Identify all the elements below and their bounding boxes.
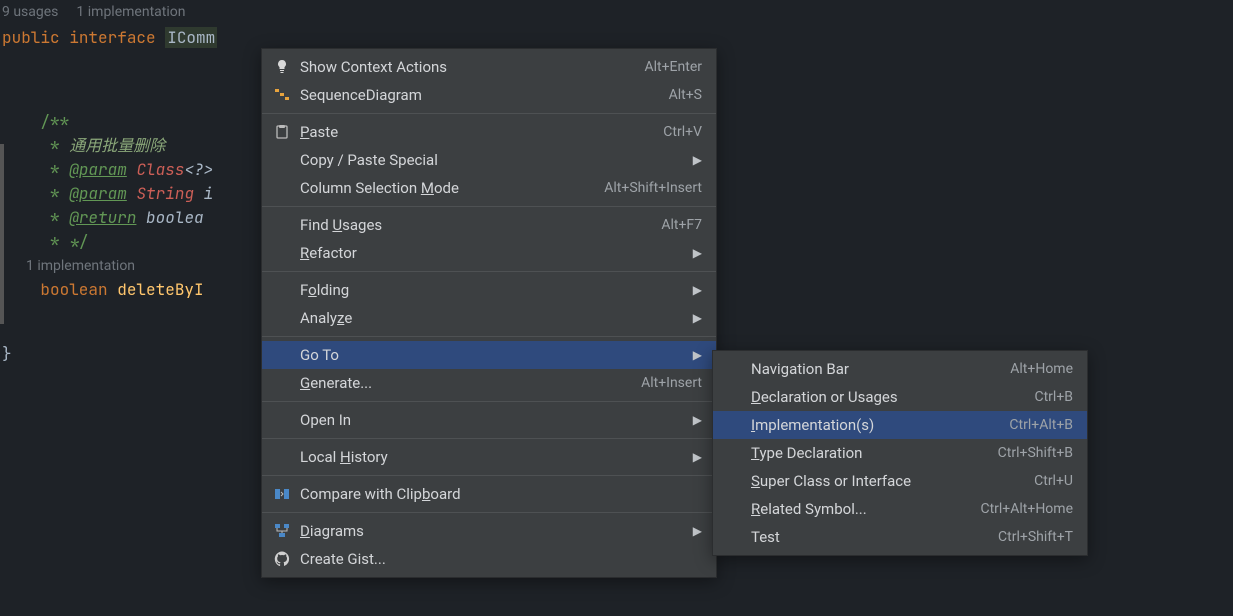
menu-separator xyxy=(262,475,716,476)
menu-item-label: Folding xyxy=(294,281,688,299)
menu-item-create-gist[interactable]: Create Gist... xyxy=(262,545,716,573)
context-menu: Show Context ActionsAlt+EnterSequenceDia… xyxy=(261,48,717,578)
bulb-icon xyxy=(270,59,294,75)
usages-hint[interactable]: 9 usages xyxy=(2,4,58,20)
diff-icon xyxy=(270,486,294,502)
menu-item-label: Open In xyxy=(294,411,688,429)
submenu-arrow-icon: ▶ xyxy=(688,413,702,427)
menu-item-shortcut: Alt+F7 xyxy=(661,217,702,233)
editor-inlay-hints: 9 usages 1 implementation xyxy=(0,4,1233,26)
menu-separator xyxy=(262,512,716,513)
menu-item-show-context-actions[interactable]: Show Context ActionsAlt+Enter xyxy=(262,53,716,81)
menu-item-analyze[interactable]: Analyze▶ xyxy=(262,304,716,332)
github-icon xyxy=(270,551,294,567)
implementation-hint[interactable]: 1 implementation xyxy=(76,4,185,20)
menu-item-label: SequenceDiagram xyxy=(294,86,669,104)
menu-item-label: Diagrams xyxy=(294,522,688,540)
menu-item-label: Compare with Clipboard xyxy=(294,485,702,503)
menu-item-column-selection-mode[interactable]: Column Selection ModeAlt+Shift+Insert xyxy=(262,174,716,202)
menu-item-shortcut: Alt+Enter xyxy=(645,59,703,75)
menu-item-open-in[interactable]: Open In▶ xyxy=(262,406,716,434)
menu-item-label: Find Usages xyxy=(294,216,661,234)
menu-item-folding[interactable]: Folding▶ xyxy=(262,276,716,304)
submenu-arrow-icon: ▶ xyxy=(688,450,702,464)
submenu-item-shortcut: Ctrl+U xyxy=(1034,473,1073,489)
menu-item-find-usages[interactable]: Find UsagesAlt+F7 xyxy=(262,211,716,239)
menu-item-label: Column Selection Mode xyxy=(294,179,604,197)
menu-item-copy-paste-special[interactable]: Copy / Paste Special▶ xyxy=(262,146,716,174)
menu-item-go-to[interactable]: Go To▶ xyxy=(262,341,716,369)
menu-separator xyxy=(262,438,716,439)
submenu-item-shortcut: Alt+Home xyxy=(1010,361,1073,377)
menu-item-shortcut: Alt+Insert xyxy=(641,375,702,391)
menu-item-shortcut: Alt+Shift+Insert xyxy=(604,180,702,196)
submenu-arrow-icon: ▶ xyxy=(688,246,702,260)
menu-item-shortcut: Ctrl+V xyxy=(663,124,702,140)
menu-item-paste[interactable]: PasteCtrl+V xyxy=(262,118,716,146)
menu-separator xyxy=(262,271,716,272)
submenu-item-super-class-or-interface[interactable]: Super Class or InterfaceCtrl+U xyxy=(713,467,1087,495)
menu-item-label: Copy / Paste Special xyxy=(294,151,688,169)
submenu-item-label: Super Class or Interface xyxy=(745,472,1034,490)
menu-item-generate[interactable]: Generate...Alt+Insert xyxy=(262,369,716,397)
goto-submenu: Navigation BarAlt+HomeDeclaration or Usa… xyxy=(712,350,1088,556)
menu-item-label: Refactor xyxy=(294,244,688,262)
submenu-item-navigation-bar[interactable]: Navigation BarAlt+Home xyxy=(713,355,1087,383)
submenu-item-label: Related Symbol... xyxy=(745,500,980,518)
menu-item-label: Show Context Actions xyxy=(294,58,645,76)
menu-item-local-history[interactable]: Local History▶ xyxy=(262,443,716,471)
submenu-arrow-icon: ▶ xyxy=(688,283,702,297)
menu-separator xyxy=(262,113,716,114)
menu-item-diagrams[interactable]: Diagrams▶ xyxy=(262,517,716,545)
menu-item-label: Local History xyxy=(294,448,688,466)
code-line[interactable]: public interface IComm xyxy=(0,26,1233,50)
menu-item-label: Create Gist... xyxy=(294,550,702,568)
submenu-item-related-symbol[interactable]: Related Symbol...Ctrl+Alt+Home xyxy=(713,495,1087,523)
gutter-change-marker xyxy=(0,144,4,324)
submenu-item-shortcut: Ctrl+Shift+B xyxy=(998,445,1073,461)
menu-item-label: Analyze xyxy=(294,309,688,327)
submenu-arrow-icon: ▶ xyxy=(688,348,702,362)
submenu-arrow-icon: ▶ xyxy=(688,524,702,538)
submenu-item-label: Type Declaration xyxy=(745,444,998,462)
submenu-item-shortcut: Ctrl+Alt+Home xyxy=(980,501,1073,517)
submenu-item-label: Test xyxy=(745,528,998,546)
submenu-arrow-icon: ▶ xyxy=(688,153,702,167)
method-name[interactable]: deleteByI xyxy=(117,279,203,300)
type-name[interactable]: IComm xyxy=(165,27,217,48)
menu-item-label: Generate... xyxy=(294,374,641,392)
submenu-item-shortcut: Ctrl+Alt+B xyxy=(1009,417,1073,433)
menu-item-sequencediagram[interactable]: SequenceDiagramAlt+S xyxy=(262,81,716,109)
menu-separator xyxy=(262,401,716,402)
paste-icon xyxy=(270,124,294,140)
menu-separator xyxy=(262,206,716,207)
diag-icon xyxy=(270,523,294,539)
submenu-item-label: Declaration or Usages xyxy=(745,388,1034,406)
menu-item-label: Go To xyxy=(294,346,688,364)
seq-icon xyxy=(270,87,294,103)
menu-separator xyxy=(262,336,716,337)
menu-item-shortcut: Alt+S xyxy=(669,87,702,103)
submenu-item-shortcut: Ctrl+Shift+T xyxy=(998,529,1073,545)
menu-item-refactor[interactable]: Refactor▶ xyxy=(262,239,716,267)
menu-item-label: Paste xyxy=(294,123,663,141)
submenu-item-test[interactable]: TestCtrl+Shift+T xyxy=(713,523,1087,551)
submenu-item-shortcut: Ctrl+B xyxy=(1034,389,1073,405)
submenu-item-implementation-s[interactable]: Implementation(s)Ctrl+Alt+B xyxy=(713,411,1087,439)
submenu-item-declaration-or-usages[interactable]: Declaration or UsagesCtrl+B xyxy=(713,383,1087,411)
submenu-item-type-declaration[interactable]: Type DeclarationCtrl+Shift+B xyxy=(713,439,1087,467)
submenu-item-label: Implementation(s) xyxy=(745,416,1009,434)
submenu-item-label: Navigation Bar xyxy=(745,360,1010,378)
submenu-arrow-icon: ▶ xyxy=(688,311,702,325)
menu-item-compare-with-clipboard[interactable]: Compare with Clipboard xyxy=(262,480,716,508)
